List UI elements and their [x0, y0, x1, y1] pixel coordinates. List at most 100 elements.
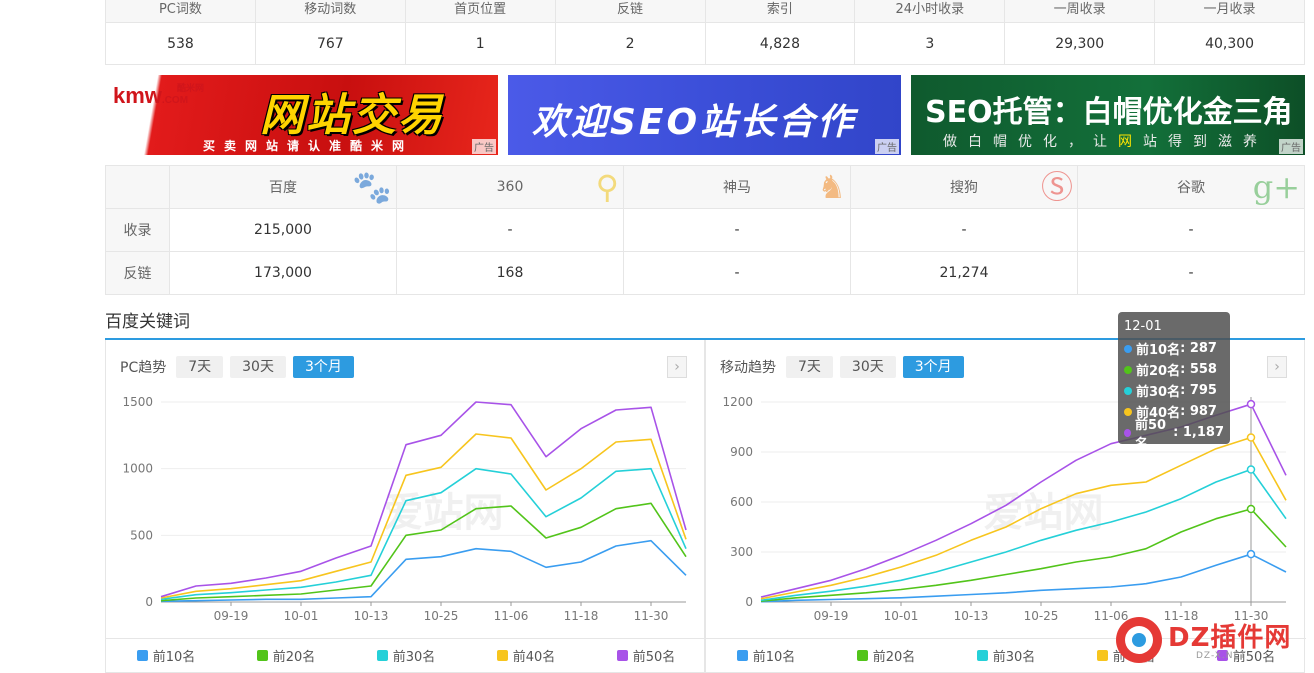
engine-cell: -: [1077, 208, 1305, 252]
legend-item-top20[interactable]: 前20名: [256, 646, 315, 665]
dz-logo-icon: [1116, 617, 1162, 663]
mobile-range-3m-button[interactable]: 3个月: [902, 356, 964, 378]
y-tick-label: 1500: [122, 395, 153, 409]
hover-point: [1246, 549, 1256, 559]
pc-trend-chart[interactable]: 爱站网05001000150009-19 10-01 10-13 10-25 11-06…: [106, 390, 706, 620]
legend-item-top10[interactable]: 前10名: [736, 646, 795, 665]
section-title-baidu-keywords: 百度关键词: [105, 312, 190, 332]
pc-panel-header: PC趋势 7天 30天 3个月: [120, 356, 361, 378]
dz-watermark: DZ插件网 DZ-X.NET: [1116, 615, 1306, 665]
chevron-right-icon: ›: [1274, 359, 1280, 375]
search-engine-table: 百度 🐾 360 ⚲ 神马 ♞ 搜狗 Ⓢ 谷歌 g+ 收录 215,000 - - - -…: [105, 165, 1305, 295]
y-tick-label: 1200: [722, 395, 753, 409]
x-tick-label: 11-06: [494, 609, 529, 620]
engine-row-label: 反链: [105, 251, 170, 295]
ad-tag: 广告: [472, 139, 496, 154]
legend-item-top20[interactable]: 前20名: [856, 646, 915, 665]
stats-header-index: 索引: [704, 0, 856, 23]
engine-row-backlinks: 反链 173,000 168 - 21,274 -: [105, 251, 1305, 295]
legend-item-top30[interactable]: 前30名: [976, 646, 1035, 665]
pc-range-7d-button[interactable]: 7天: [176, 356, 224, 378]
ad-banner-kmw[interactable]: kmw.COM 酷米网 网站交易 买卖网站请认准酷米网 广告: [105, 75, 498, 155]
pc-trend-panel: PC趋势 7天 30天 3个月 › 爱站网 0 500 1000 1500 09-19 10…: [105, 340, 706, 673]
y-tick-label: 0: [145, 595, 153, 609]
engine-cell: -: [623, 208, 851, 252]
engine-cell: -: [396, 208, 624, 252]
hover-point: [1246, 465, 1256, 474]
chevron-right-icon: ›: [674, 359, 680, 375]
hover-point: [1246, 504, 1256, 514]
y-tick-label: 1000: [122, 462, 153, 476]
stats-value-home-position: 1: [404, 22, 556, 65]
dz-watermark-text: DZ插件网: [1168, 623, 1292, 653]
engine-row-indexed: 收录 215,000 - - - -: [105, 208, 1305, 252]
x-tick-label: 11-18: [564, 609, 599, 620]
engine-cell[interactable]: 215,000: [169, 208, 397, 252]
stats-header-backlinks: 反链: [554, 0, 706, 23]
stats-value-row: 538 767 1 2 4,828 3 29,300 40,300: [105, 22, 1305, 65]
engine-cell[interactable]: 21,274: [850, 251, 1078, 295]
ad-headline: SEO托管：白帽优化金三角: [925, 95, 1293, 130]
ad-banner-seo-hosting[interactable]: SEO托管：白帽优化金三角 做白帽优化，让网站得到滋养 广告: [911, 75, 1305, 155]
tooltip-row-top20: 前20名: 558: [1124, 359, 1224, 380]
tooltip-date: 12-01: [1124, 319, 1162, 334]
stats-value-week: 29,300: [1004, 22, 1156, 65]
engine-header-360: 360 ⚲: [396, 165, 624, 209]
series-line-4: [760, 436, 1287, 600]
stats-header-row: PC词数 移动词数 首页位置 反链 索引 24小时收录 一周收录 一月收录: [105, 0, 1305, 23]
dz-watermark-sub: DZ-X.NET: [1196, 651, 1247, 661]
ad-subline: 做白帽优化，让网站得到滋养: [943, 134, 1268, 150]
mobile-range-7d-button[interactable]: 7天: [786, 356, 833, 378]
mobile-next-button[interactable]: ›: [1267, 356, 1287, 378]
x-tick-label: 09-19: [214, 609, 249, 620]
baidu-paw-icon: 🐾: [352, 168, 392, 206]
ad-banner-seo-cooperation[interactable]: 欢迎SEO站长合作 广告: [508, 75, 901, 155]
shenma-icon: ♞: [817, 168, 846, 206]
y-tick-label: 500: [130, 528, 153, 542]
engine-header-row: 百度 🐾 360 ⚲ 神马 ♞ 搜狗 Ⓢ 谷歌 g+: [105, 165, 1305, 209]
x-tick-label: 10-01: [284, 609, 319, 620]
y-tick-label: 900: [730, 445, 753, 459]
stats-header-pc-words: PC词数: [105, 0, 256, 23]
ad-tag: 广告: [1279, 139, 1303, 154]
x-tick-label: 10-13: [954, 609, 989, 620]
y-tick-label: 0: [745, 595, 753, 609]
stats-value-backlinks[interactable]: 2: [554, 22, 706, 65]
ad-subline: 买卖网站请认准酷米网: [203, 139, 414, 153]
y-tick-label: 300: [730, 545, 753, 559]
site-stats-table: PC词数 移动词数 首页位置 反链 索引 24小时收录 一周收录 一月收录 53…: [105, 0, 1305, 65]
ad-banner-row: kmw.COM 酷米网 网站交易 买卖网站请认准酷米网 广告 欢迎SEO站长合作 …: [105, 75, 1305, 155]
stats-value-mobile-words[interactable]: 767: [254, 22, 406, 65]
stats-header-mobile-words: 移动词数: [254, 0, 406, 23]
stats-value-month: 40,300: [1154, 22, 1305, 65]
pc-range-30d-button[interactable]: 30天: [230, 356, 286, 378]
legend-item-top50[interactable]: 前50名: [616, 646, 675, 665]
legend-item-top40[interactable]: 前40名: [496, 646, 555, 665]
engine-cell: -: [850, 208, 1078, 252]
y-tick-label: 600: [730, 495, 753, 509]
pc-range-3m-button[interactable]: 3个月: [292, 356, 354, 378]
engine-header-baidu: 百度 🐾: [169, 165, 397, 209]
pc-next-button[interactable]: ›: [667, 356, 687, 378]
stats-value-pc-words[interactable]: 538: [105, 22, 256, 65]
tooltip-row-top10: 前10名: 287: [1124, 338, 1224, 359]
engine-cell[interactable]: 168: [396, 251, 624, 295]
engine-cell[interactable]: 173,000: [169, 251, 397, 295]
x-tick-label: 11-30: [634, 609, 669, 620]
x-tick-label: 09-19: [814, 609, 849, 620]
tooltip-row-top30: 前30名: 795: [1124, 380, 1224, 401]
x-tick-label: 10-01: [884, 609, 919, 620]
legend-item-top30[interactable]: 前30名: [376, 646, 435, 665]
stats-value-24h: 3: [854, 22, 1006, 65]
engine-row-label: 收录: [105, 208, 170, 252]
x-tick-label: 10-25: [424, 609, 459, 620]
pc-trend-title: PC趋势: [120, 360, 167, 376]
mobile-trend-title: 移动趋势: [720, 360, 776, 376]
sogou-icon: Ⓢ: [1040, 168, 1073, 206]
mobile-range-30d-button[interactable]: 30天: [839, 356, 896, 378]
hover-point: [1246, 399, 1256, 409]
ad-tag: 广告: [875, 139, 899, 154]
legend-item-top10[interactable]: 前10名: [136, 646, 195, 665]
engine-cell: -: [623, 251, 851, 295]
x-tick-label: 10-25: [1024, 609, 1059, 620]
